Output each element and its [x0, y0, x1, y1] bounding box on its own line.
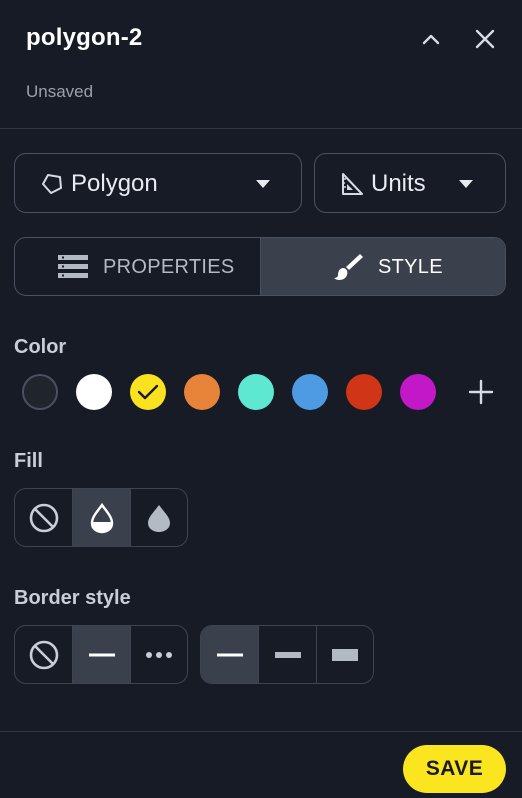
border-width-options — [200, 625, 374, 684]
save-button[interactable]: SAVE — [403, 745, 506, 793]
fill-section-label: Fill — [14, 450, 43, 472]
units-label: Units — [371, 170, 426, 197]
caret-down-icon — [459, 180, 473, 188]
color-swatch-orange[interactable] — [184, 374, 220, 410]
no-fill-icon — [29, 503, 58, 532]
thin-border-button[interactable] — [201, 626, 259, 683]
tab-properties[interactable]: PROPERTIES — [15, 238, 260, 295]
medium-line-icon — [274, 651, 301, 658]
thick-border-button[interactable] — [315, 626, 373, 683]
collapse-button[interactable] — [416, 24, 446, 54]
color-swatch-white[interactable] — [76, 374, 112, 410]
panel-header: polygon-2 Unsaved — [0, 0, 522, 129]
no-fill-button[interactable] — [15, 489, 72, 546]
color-swatch-magenta[interactable] — [400, 374, 436, 410]
solid-border-button[interactable] — [72, 626, 130, 683]
color-swatch-teal[interactable] — [238, 374, 274, 410]
thick-line-icon — [331, 648, 358, 661]
thin-line-icon — [216, 653, 243, 656]
paintbrush-icon — [334, 254, 363, 280]
solid-fill-drop-icon — [147, 504, 170, 532]
units-dropdown[interactable]: Units — [314, 153, 506, 213]
no-border-button[interactable] — [15, 626, 72, 683]
partial-fill-button[interactable] — [72, 489, 130, 546]
no-border-icon — [29, 640, 58, 669]
close-button[interactable] — [470, 24, 500, 54]
solid-line-icon — [88, 653, 115, 656]
shape-type-dropdown[interactable]: Polygon — [14, 153, 302, 213]
dotted-line-icon — [145, 651, 172, 658]
caret-down-icon — [256, 180, 270, 188]
color-section-label: Color — [14, 336, 67, 358]
page-title: polygon-2 — [26, 24, 143, 51]
dotted-border-button[interactable] — [129, 626, 187, 683]
panel-tabs: PROPERTIES STYLE — [14, 237, 506, 296]
list-icon — [58, 255, 88, 278]
color-swatch-red[interactable] — [346, 374, 382, 410]
ruler-triangle-icon — [342, 173, 363, 195]
tab-properties-label: PROPERTIES — [103, 256, 235, 278]
partial-fill-drop-icon — [90, 502, 113, 533]
tab-style-label: STYLE — [378, 256, 443, 278]
chevron-up-icon — [422, 34, 440, 45]
tab-style[interactable]: STYLE — [260, 238, 505, 295]
color-swatch-blue[interactable] — [292, 374, 328, 410]
border-line-type-options — [14, 625, 188, 684]
medium-border-button[interactable] — [258, 626, 315, 683]
checkmark-icon — [137, 384, 159, 400]
save-status: Unsaved — [26, 82, 94, 101]
border-style-section-label: Border style — [14, 587, 131, 609]
add-color-icon[interactable] — [466, 377, 496, 407]
color-swatch-none[interactable] — [22, 374, 58, 410]
color-swatch-yellow[interactable] — [130, 374, 166, 410]
fill-options — [14, 488, 188, 547]
shape-type-label: Polygon — [71, 170, 158, 197]
polygon-icon — [42, 174, 62, 194]
close-icon — [475, 29, 495, 49]
solid-fill-button[interactable] — [129, 489, 187, 546]
